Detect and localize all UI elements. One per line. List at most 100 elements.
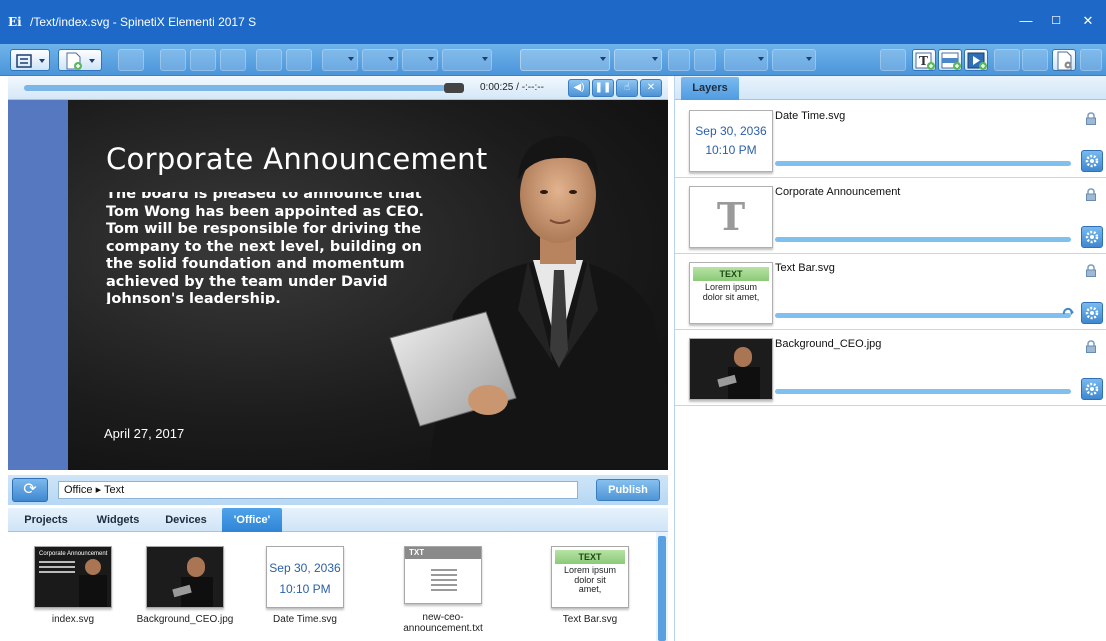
tab-devices[interactable]: Devices (156, 508, 216, 532)
text-bar-thumbnail: TEXT Lorem ipsum dolor sit amet, (551, 546, 629, 608)
undo-button[interactable] (256, 49, 282, 71)
add-media-layer-button[interactable] (964, 49, 988, 71)
layout-button[interactable] (322, 49, 358, 71)
library-scrollbar-thumb[interactable] (658, 536, 666, 641)
file-type-label: TXT (405, 547, 481, 559)
volume-button[interactable]: ◀) (568, 79, 590, 97)
cut-button[interactable] (160, 49, 186, 71)
layer-timeline-bar[interactable] (775, 161, 1071, 166)
pause-icon: ❚❚ (594, 82, 612, 93)
tab-projects[interactable]: Projects (16, 508, 76, 532)
pause-button[interactable]: ❚❚ (592, 79, 614, 97)
stop-preview-button[interactable]: ✕ (640, 79, 662, 97)
date-time-thumbnail: Sep 30, 2036 10:10 PM (266, 546, 344, 608)
thumbnail-heading: TEXT (693, 267, 769, 281)
preview-canvas[interactable]: Corporate Announcement The board is plea… (8, 100, 668, 470)
layer-row-text-bar[interactable]: TEXT Lorem ipsum dolor sit amet, Text Ba… (675, 254, 1106, 330)
layer-settings-button[interactable] (1081, 226, 1103, 248)
layers-tab-bar: Layers (675, 76, 1106, 100)
layer-name[interactable]: Date Time.svg (775, 110, 845, 122)
unlink-button[interactable] (1022, 49, 1048, 71)
layer-settings-button[interactable] (1081, 378, 1103, 400)
new-document-icon (66, 52, 95, 70)
effects-button[interactable] (442, 49, 492, 71)
slide-preview[interactable]: Corporate Announcement The board is plea… (68, 100, 668, 470)
refresh-button[interactable]: ⟳ (12, 478, 48, 502)
library-item-text-bar[interactable]: TEXT Lorem ipsum dolor sit amet, Text Ba… (535, 546, 645, 625)
thumbnail-time: 10:10 PM (705, 143, 757, 157)
new-document-button[interactable] (58, 49, 102, 71)
thumbnail-heading: TEXT (555, 550, 625, 564)
bold-button[interactable] (668, 49, 690, 71)
library-item-background[interactable]: Background_CEO.jpg (130, 546, 240, 625)
tab-layers[interactable]: Layers (681, 77, 739, 100)
copy-button[interactable] (190, 49, 216, 71)
main-toolbar: T (0, 44, 1106, 76)
library-item-name: Text Bar.svg (562, 614, 618, 625)
library-scrollbar[interactable] (656, 532, 668, 641)
slide-title[interactable]: Corporate Announcement (106, 142, 488, 176)
app-window: Ei /Text/index.svg - SpinetiX Elementi 2… (0, 0, 1106, 641)
playback-progress-fill (24, 85, 446, 91)
layer-name[interactable]: Background_CEO.jpg (775, 338, 881, 350)
layer-name[interactable]: Text Bar.svg (775, 262, 835, 274)
lock-icon[interactable] (1085, 188, 1097, 201)
thumbnail-body: Lorem ipsum dolor sit amet, (563, 565, 617, 594)
menu-button[interactable] (10, 49, 50, 71)
disabled-tool-button[interactable] (880, 49, 906, 71)
list-button[interactable] (772, 49, 816, 71)
font-family-select[interactable] (520, 49, 610, 71)
layer-timeline-bar[interactable] (775, 389, 1071, 394)
path-field[interactable]: Office ▸ Text (58, 481, 578, 499)
tab-widgets[interactable]: Widgets (88, 508, 148, 532)
layer-row-corporate-announcement[interactable]: T Corporate Announcement (675, 178, 1106, 254)
layer-settings-button[interactable] (1081, 150, 1103, 172)
lock-icon[interactable] (1085, 340, 1097, 353)
close-button[interactable]: ✕ (1068, 8, 1106, 34)
add-text-layer-icon: T (915, 52, 935, 70)
thumbnail-body: Lorem ipsum dolor sit amet, (702, 282, 760, 302)
layer-timeline-bar[interactable] (775, 237, 1071, 242)
library-item-index[interactable]: Corporate Announcement index.svg (18, 546, 128, 625)
layer-row-date-time[interactable]: Sep 30, 2036 10:10 PM Date Time.svg (675, 102, 1106, 178)
lock-icon[interactable] (1085, 264, 1097, 277)
gear-icon (1085, 154, 1099, 168)
lock-icon[interactable] (1085, 112, 1097, 125)
arrange-button[interactable] (362, 49, 398, 71)
extra-tool-button[interactable] (1080, 49, 1102, 71)
add-text-bar-button[interactable] (938, 49, 962, 71)
align-button[interactable] (402, 49, 438, 71)
layer-settings-button[interactable] (1081, 302, 1103, 324)
interactive-mode-button[interactable]: ☝ (616, 79, 638, 97)
slide-body-text: The board is pleased to announce that To… (106, 192, 424, 304)
slide-body-box[interactable]: The board is pleased to announce that To… (106, 192, 436, 304)
slide-date[interactable]: April 27, 2017 (104, 426, 184, 441)
playback-progress[interactable] (24, 85, 454, 91)
library-item-text-file[interactable]: TXT new-ceo-announcement.txt (388, 546, 498, 634)
document-settings-button[interactable] (1052, 49, 1076, 71)
address-bar: ⟳ Office ▸ Text Publish (8, 475, 668, 505)
library-item-name: new-ceo-announcement.txt (403, 612, 483, 634)
library-item-date-time[interactable]: Sep 30, 2036 10:10 PM Date Time.svg (250, 546, 360, 625)
font-size-select[interactable] (614, 49, 662, 71)
layer-row-background[interactable]: Background_CEO.jpg (675, 330, 1106, 406)
preview-panel: 0:00:25 / -:--:-- ◀) ❚❚ ☝ ✕ Corporate An… (8, 76, 668, 470)
image-thumbnail (146, 546, 224, 608)
playback-slider-handle[interactable] (444, 83, 464, 93)
document-settings-icon (1057, 51, 1072, 71)
add-text-layer-button[interactable]: T (912, 49, 936, 71)
refresh-icon: ⟳ (23, 481, 37, 498)
tab-office[interactable]: 'Office' (222, 508, 282, 532)
italic-button[interactable] (694, 49, 716, 71)
link-button[interactable] (994, 49, 1020, 71)
image-thumbnail (689, 338, 773, 400)
redo-button[interactable] (286, 49, 312, 71)
layer-name[interactable]: Corporate Announcement (775, 186, 900, 198)
text-align-button[interactable] (724, 49, 768, 71)
save-button[interactable] (118, 49, 144, 71)
publish-button[interactable]: Publish (596, 479, 660, 501)
paste-button[interactable] (220, 49, 246, 71)
layer-timeline-bar[interactable] (775, 313, 1071, 318)
menu-icon (16, 54, 45, 68)
gear-icon (1085, 306, 1099, 320)
